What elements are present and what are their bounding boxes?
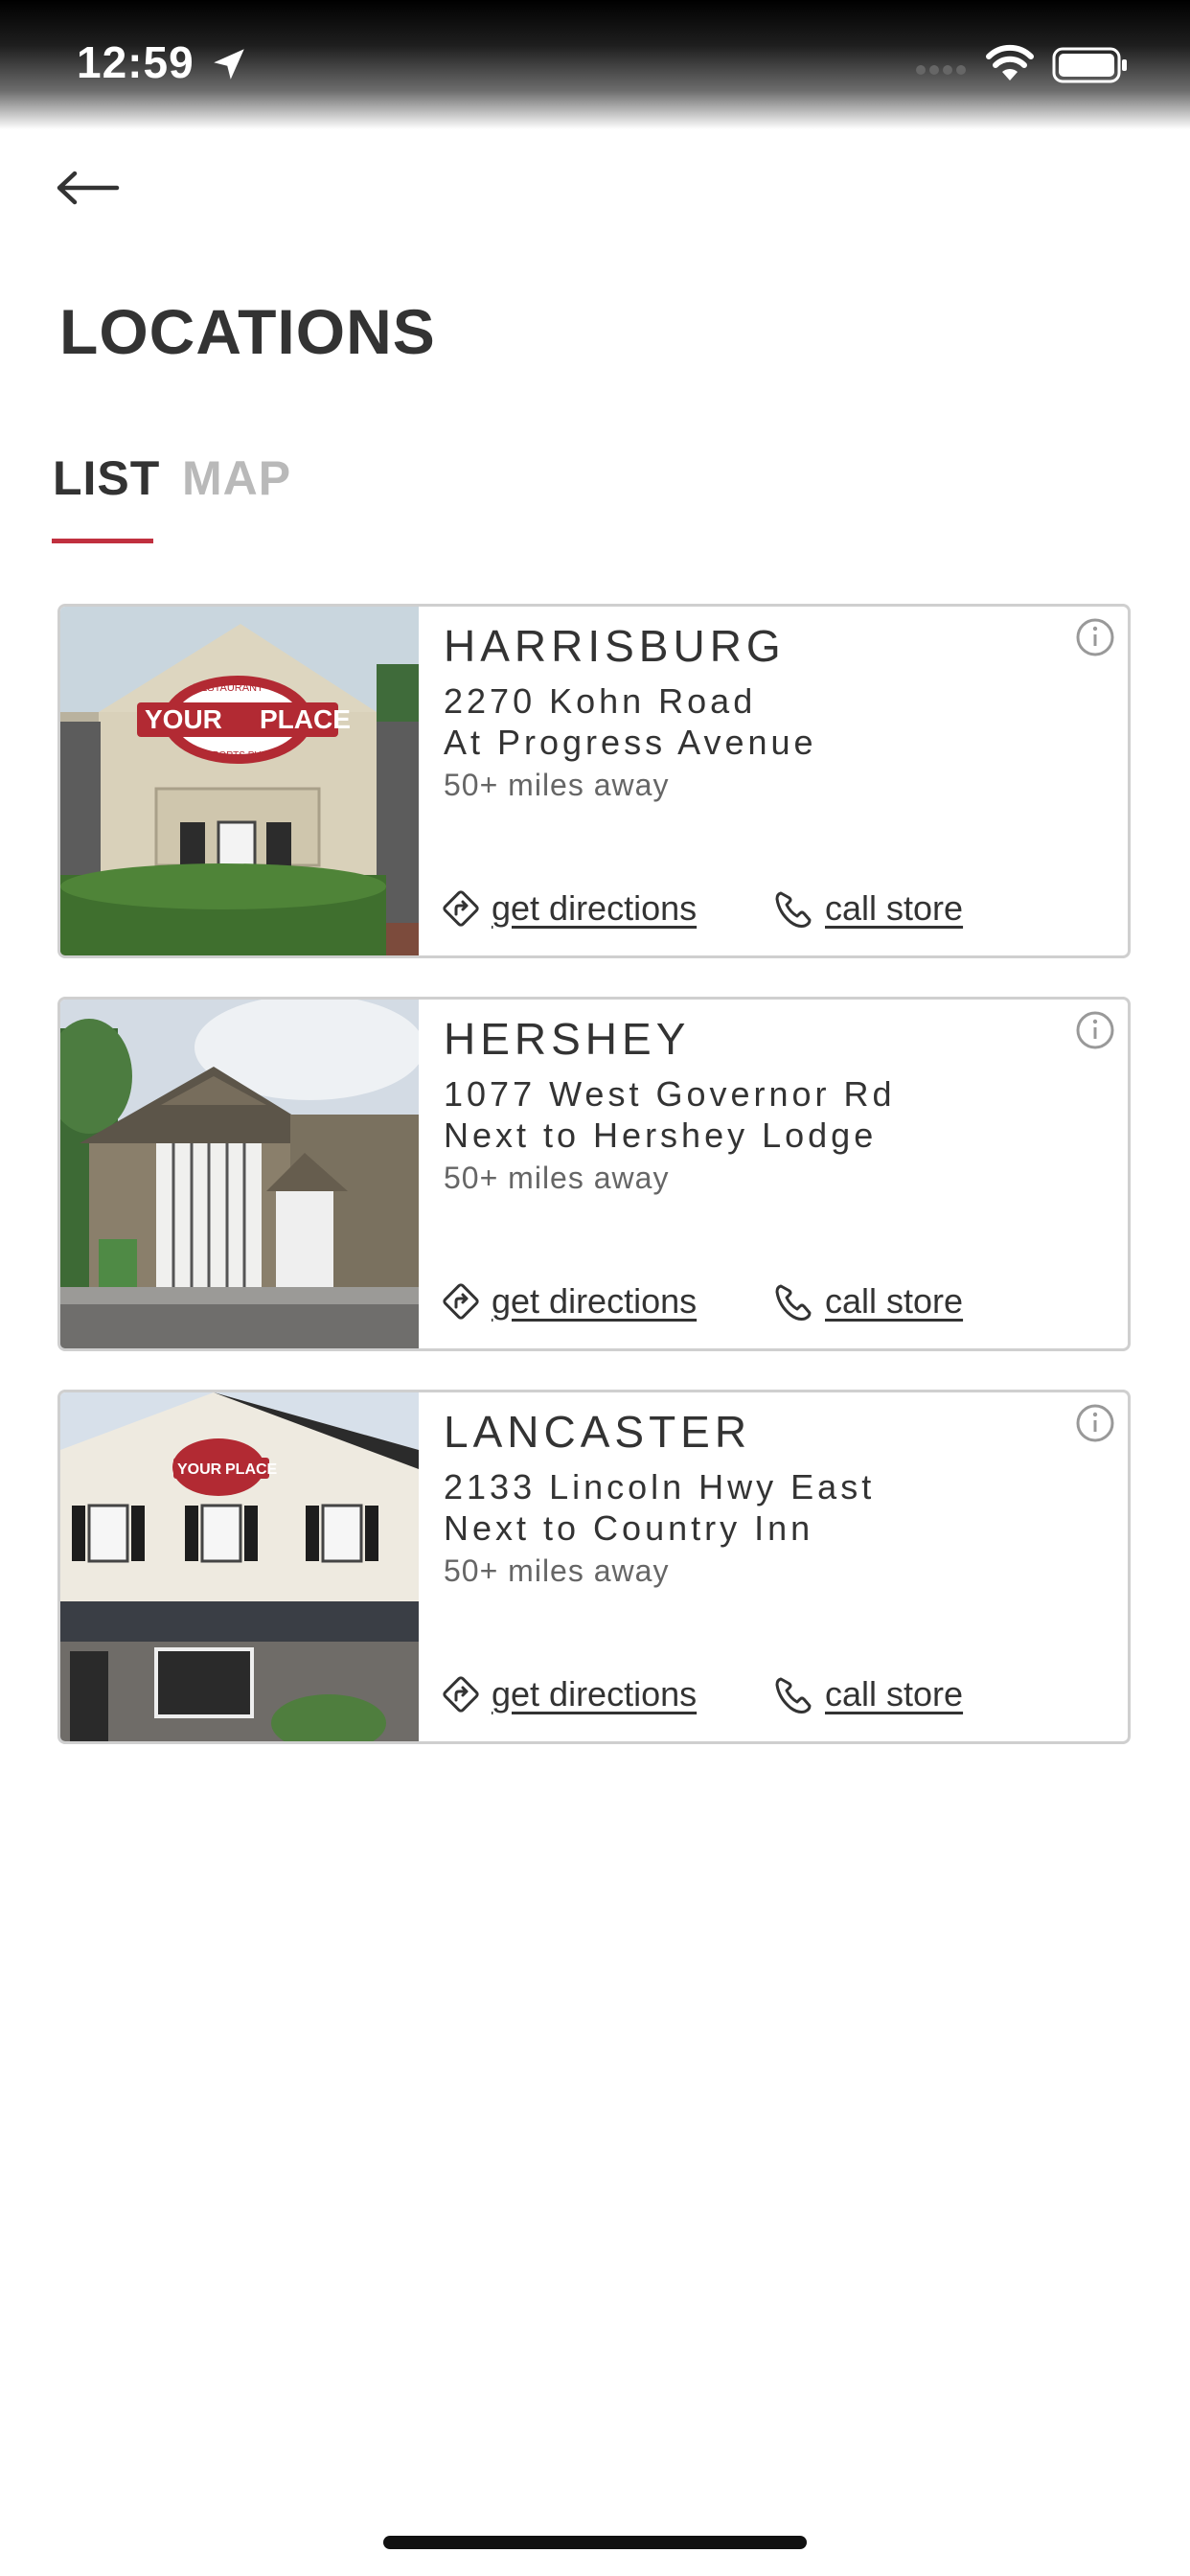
location-address-line2: At Progress Avenue xyxy=(444,723,817,762)
status-time: 12:59 xyxy=(77,37,195,87)
active-tab-indicator xyxy=(52,539,153,543)
page-title: LOCATIONS xyxy=(59,296,436,367)
tab-list[interactable]: LIST xyxy=(53,450,160,506)
call-store-label[interactable]: call store xyxy=(825,1674,963,1714)
signal-icon xyxy=(916,65,966,75)
call-store-button[interactable]: call store xyxy=(773,1670,963,1718)
call-store-button[interactable]: call store xyxy=(773,885,963,932)
info-icon[interactable] xyxy=(1074,1009,1116,1051)
sign-logo-right: PLACE xyxy=(260,704,351,734)
info-icon[interactable] xyxy=(1074,616,1116,658)
location-address-line1: 2270 Kohn Road xyxy=(444,681,757,721)
info-icon[interactable] xyxy=(1074,1402,1116,1444)
location-city: LANCASTER xyxy=(444,1407,752,1457)
sign-logo-right: PLACE xyxy=(225,1461,278,1478)
location-photo-hershey xyxy=(60,1000,419,1348)
sign-restaurant-text: RESTAURANT xyxy=(193,682,263,694)
sign-logo-left: YOUR xyxy=(145,704,222,734)
sign-sportspub-text: SPORTS PUB xyxy=(206,750,268,761)
phone-icon xyxy=(775,1677,812,1714)
location-distance: 50+ miles away xyxy=(444,768,670,802)
directions-icon xyxy=(443,890,479,927)
location-city: HERSHEY xyxy=(444,1014,691,1064)
back-button[interactable] xyxy=(50,161,125,215)
call-store-label[interactable]: call store xyxy=(825,1281,963,1322)
location-photo-lancaster: YOUR PLACE xyxy=(60,1392,419,1741)
get-directions-label[interactable]: get directions xyxy=(492,1281,697,1322)
phone-icon xyxy=(775,1284,812,1321)
battery-icon xyxy=(1052,47,1127,83)
location-card-hershey[interactable]: HERSHEY 1077 West Governor Rd Next to He… xyxy=(57,997,1131,1351)
get-directions-button[interactable]: get directions xyxy=(440,885,697,932)
location-city: HARRISBURG xyxy=(444,621,786,671)
tab-map[interactable]: MAP xyxy=(182,450,291,506)
phone-icon xyxy=(775,891,812,928)
location-distance: 50+ miles away xyxy=(444,1161,670,1195)
home-indicator[interactable] xyxy=(383,2536,807,2549)
directions-icon xyxy=(443,1283,479,1320)
get-directions-button[interactable]: get directions xyxy=(440,1277,697,1325)
get-directions-label[interactable]: get directions xyxy=(492,888,697,929)
get-directions-button[interactable]: get directions xyxy=(440,1670,697,1718)
location-distance: 50+ miles away xyxy=(444,1553,670,1588)
sign-logo-left: YOUR xyxy=(177,1461,222,1478)
call-store-label[interactable]: call store xyxy=(825,888,963,929)
location-address-line1: 1077 West Governor Rd xyxy=(444,1074,896,1114)
wifi-icon xyxy=(986,44,1034,80)
status-bar: 12:59 xyxy=(0,0,1190,129)
get-directions-label[interactable]: get directions xyxy=(492,1674,697,1714)
location-address-line2: Next to Country Inn xyxy=(444,1508,814,1548)
location-address-line1: 2133 Lincoln Hwy East xyxy=(444,1467,876,1506)
location-arrow-icon xyxy=(214,49,244,80)
location-card-lancaster[interactable]: YOUR PLACE LANCASTER 2133 Lincoln Hwy Ea… xyxy=(57,1390,1131,1744)
location-card-harrisburg[interactable]: RESTAURANT YOUR PLACE SPORTS PUB HARRISB… xyxy=(57,604,1131,958)
location-photo-harrisburg: RESTAURANT YOUR PLACE SPORTS PUB xyxy=(60,607,419,955)
location-address-line2: Next to Hershey Lodge xyxy=(444,1116,878,1155)
call-store-button[interactable]: call store xyxy=(773,1277,963,1325)
directions-icon xyxy=(443,1676,479,1713)
arrow-left-icon xyxy=(57,171,120,205)
